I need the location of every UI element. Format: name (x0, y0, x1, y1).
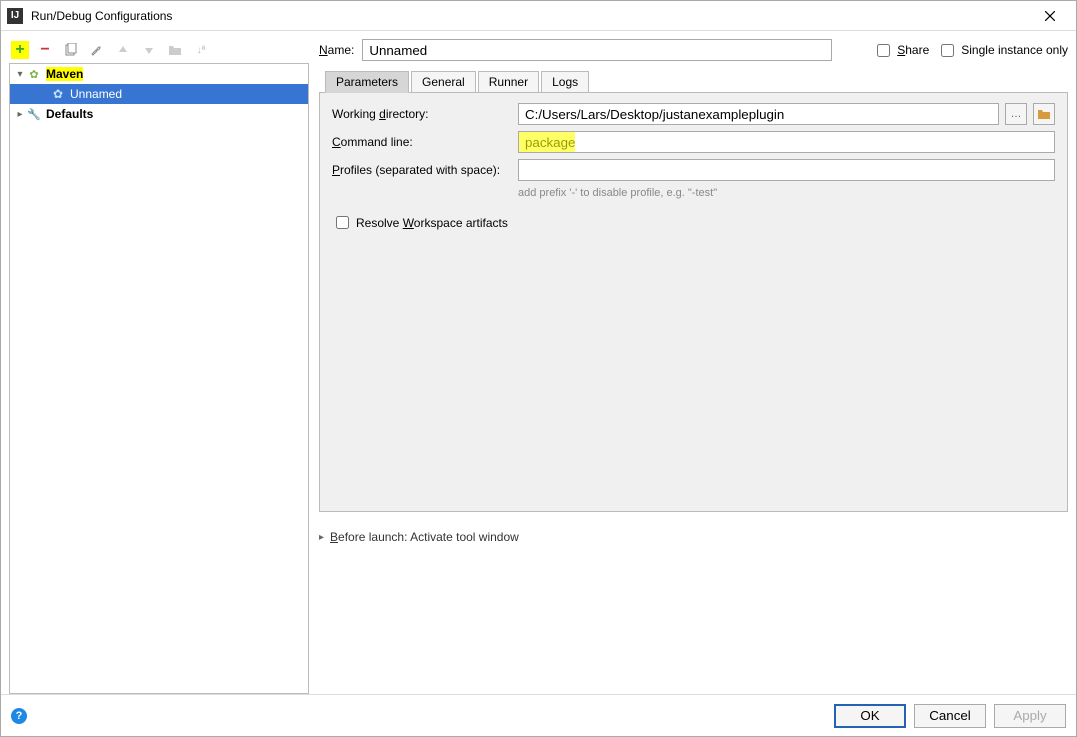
single-instance-label: Single instance only (961, 43, 1068, 57)
move-down-button (139, 40, 159, 60)
share-checkbox-box[interactable] (877, 44, 890, 57)
cancel-button[interactable]: Cancel (914, 704, 986, 728)
before-launch-section[interactable]: ▸ Before launch: Activate tool window (319, 530, 1068, 544)
config-tree[interactable]: ▾ ✿ Maven ✿ Unnamed ▸ 🔧 Defaults (9, 63, 309, 694)
app-icon: IJ (7, 8, 23, 24)
tree-label: Defaults (46, 107, 93, 121)
tree-node-defaults[interactable]: ▸ 🔧 Defaults (10, 104, 308, 124)
close-icon (1045, 11, 1055, 21)
caret-right-icon: ▸ (14, 109, 26, 120)
window-title: Run/Debug Configurations (31, 9, 1027, 23)
path-vars-button[interactable] (1033, 103, 1055, 125)
cmdline-input[interactable] (518, 131, 1055, 153)
right-panel: Name: Share Single instance only Paramet… (319, 37, 1068, 694)
config-toolbar: + − (9, 37, 309, 63)
resolve-label: Resolve Workspace artifacts (356, 216, 508, 230)
close-button[interactable] (1027, 2, 1072, 30)
content: + − (1, 31, 1076, 694)
arrow-down-icon (143, 44, 155, 56)
maven-icon: ✿ (50, 86, 66, 102)
maven-icon: ✿ (26, 66, 42, 82)
tab-logs[interactable]: Logs (541, 71, 589, 93)
tab-general[interactable]: General (411, 71, 476, 93)
tree-label: Unnamed (70, 87, 122, 101)
workdir-input[interactable] (518, 103, 999, 125)
apply-button: Apply (994, 704, 1066, 728)
help-button[interactable]: ? (11, 708, 27, 724)
left-panel: + − (9, 37, 309, 694)
resolve-checkbox-box[interactable] (336, 216, 349, 229)
workdir-row: Working directory: … (332, 103, 1055, 125)
tab-bar: Parameters General Runner Logs (325, 71, 1068, 93)
tree-node-maven[interactable]: ▾ ✿ Maven (10, 64, 308, 84)
tab-panel-parameters: Working directory: … Command line: Profi… (319, 92, 1068, 512)
profiles-input[interactable] (518, 159, 1055, 181)
titlebar: IJ Run/Debug Configurations (1, 1, 1076, 31)
settings-button[interactable] (87, 40, 107, 60)
profiles-label: Profiles (separated with space): (332, 163, 512, 177)
folder-icon (168, 44, 182, 56)
cmdline-row: Command line: (332, 131, 1055, 153)
copy-button[interactable] (61, 40, 81, 60)
workdir-label: Working directory: (332, 107, 512, 121)
resolve-row: Resolve Workspace artifacts (332, 213, 1055, 232)
wrench-icon (90, 43, 104, 57)
single-instance-checkbox[interactable]: Single instance only (937, 41, 1068, 60)
move-up-button (113, 40, 133, 60)
tab-parameters[interactable]: Parameters (325, 71, 409, 93)
name-input[interactable] (362, 39, 832, 61)
before-launch-label: Before launch: Activate tool window (330, 530, 519, 544)
arrow-up-icon (117, 44, 129, 56)
name-label: Name: (319, 43, 354, 57)
share-label: Share (897, 43, 929, 57)
chevron-right-icon: ▸ (319, 532, 324, 543)
tree-node-unnamed[interactable]: ✿ Unnamed (10, 84, 308, 104)
single-instance-checkbox-box[interactable] (941, 44, 954, 57)
profiles-hint: add prefix '-' to disable profile, e.g. … (518, 187, 1055, 199)
share-checkbox[interactable]: Share (873, 41, 929, 60)
sort-button: ↓ª (191, 40, 211, 60)
cmdline-label: Command line: (332, 135, 512, 149)
copy-icon (64, 43, 78, 57)
browse-button[interactable]: … (1005, 103, 1027, 125)
folder-button (165, 40, 185, 60)
add-button[interactable]: + (11, 41, 29, 59)
profiles-row: Profiles (separated with space): (332, 159, 1055, 181)
folder-icon (1037, 108, 1051, 120)
dialog-footer: ? OK Cancel Apply (1, 694, 1076, 736)
tree-label: Maven (46, 67, 83, 81)
resolve-checkbox[interactable]: Resolve Workspace artifacts (332, 213, 508, 232)
name-row: Name: Share Single instance only (319, 37, 1068, 63)
tab-runner[interactable]: Runner (478, 71, 539, 93)
wrench-icon: 🔧 (26, 106, 42, 122)
remove-button[interactable]: − (35, 40, 55, 60)
ok-button[interactable]: OK (834, 704, 906, 728)
caret-down-icon: ▾ (14, 69, 26, 80)
